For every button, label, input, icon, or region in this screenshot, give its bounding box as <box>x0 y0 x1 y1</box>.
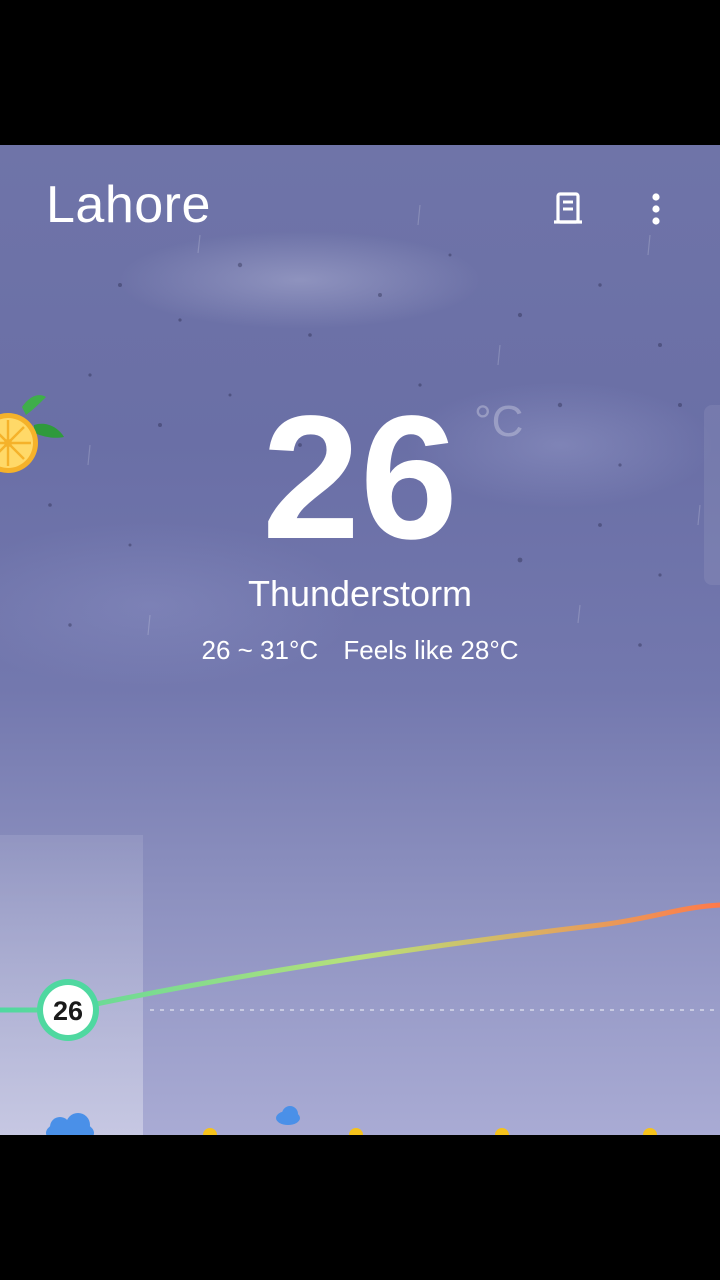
sun-icon <box>643 1128 657 1135</box>
hourly-forecast-panel[interactable]: 26 <box>0 835 720 1135</box>
weather-view: Lahore 26 °C Thunderstorm 26 ~ 31°C Feel… <box>0 145 720 1135</box>
city-title[interactable]: Lahore <box>46 175 211 235</box>
temperature-range-row: 26 ~ 31°C Feels like 28°C <box>0 635 720 666</box>
temperature-line <box>0 902 720 1013</box>
sun-icon <box>349 1128 363 1135</box>
side-scroll-handle[interactable] <box>704 405 720 585</box>
sun-icon <box>203 1128 217 1135</box>
current-temperature: 26 <box>262 380 458 576</box>
now-temp-bubble[interactable]: 26 <box>37 979 99 1041</box>
cloud-icon <box>46 1113 94 1135</box>
temperature-range: 26 ~ 31°C <box>201 635 319 665</box>
top-bar: Lahore <box>0 145 720 265</box>
city-list-icon[interactable] <box>546 187 590 231</box>
weather-condition: Thunderstorm <box>247 573 473 614</box>
temperature-unit: °C <box>474 397 524 446</box>
now-temp-label: 26 <box>53 996 83 1026</box>
feels-like: Feels like 28°C <box>343 635 519 665</box>
screen: Lahore 26 °C Thunderstorm 26 ~ 31°C Feel… <box>0 0 720 1280</box>
rain-cloud-icon <box>276 1106 300 1125</box>
hourly-icons-row <box>46 1106 657 1135</box>
more-vertical-icon[interactable] <box>634 187 678 231</box>
sun-icon <box>495 1128 509 1135</box>
hourly-temperature-chart: 26 <box>0 902 720 1135</box>
